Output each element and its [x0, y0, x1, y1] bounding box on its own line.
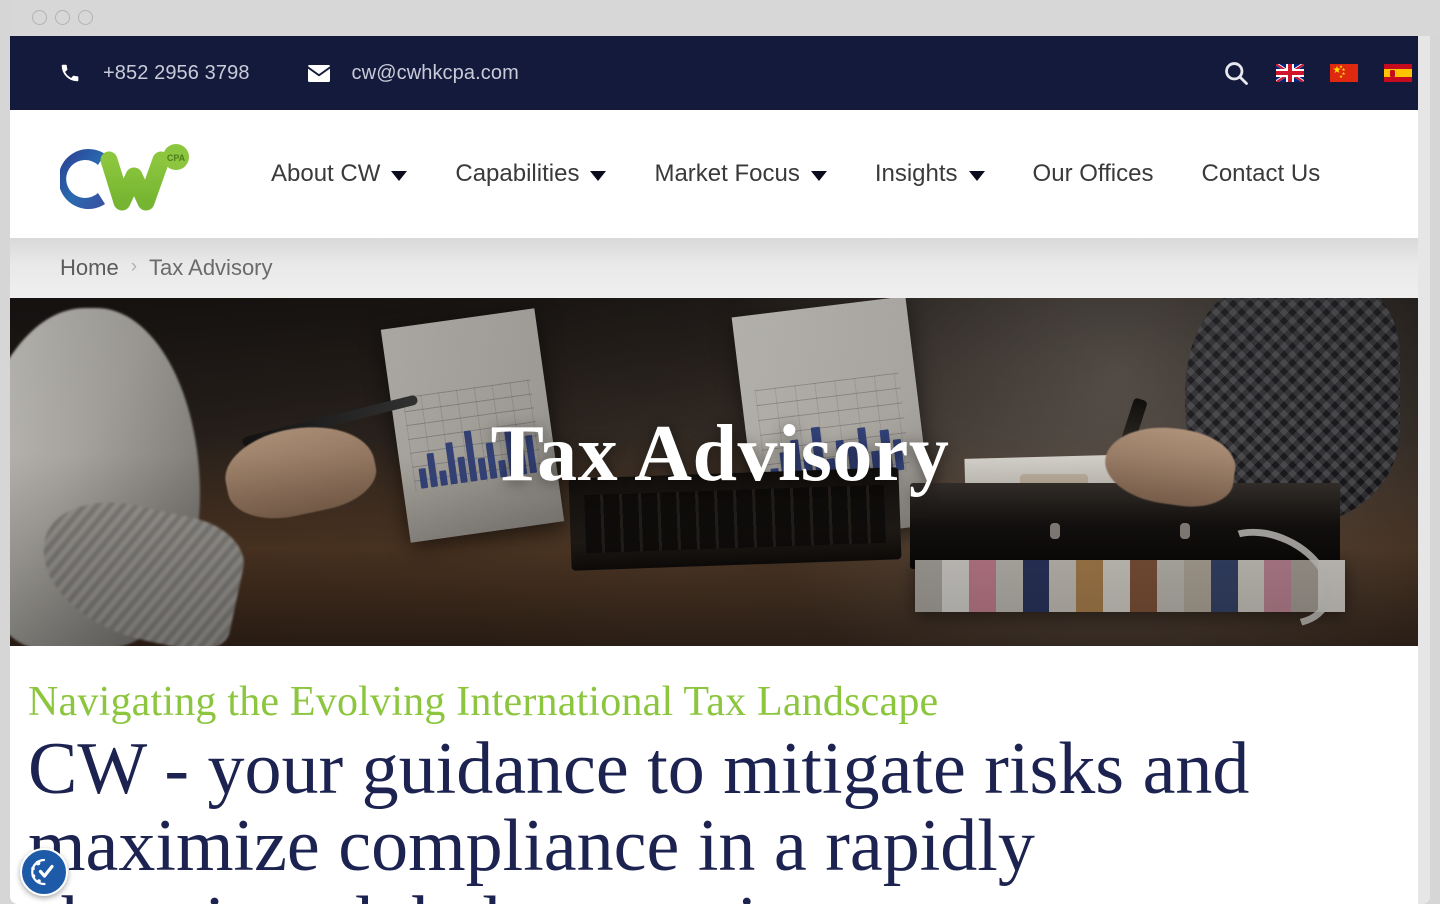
- breadcrumb-separator-icon: ›: [130, 256, 138, 277]
- site-header: CPA About CW Capabilities Market Focus I…: [10, 110, 1430, 238]
- nav-label: Our Offices: [1032, 160, 1154, 187]
- nav-item-insights[interactable]: Insights: [851, 160, 1009, 188]
- breadcrumb-bar: Home › Tax Advisory: [10, 238, 1430, 298]
- nav-label: Market Focus: [654, 160, 800, 187]
- minimize-window-button[interactable]: [55, 10, 70, 25]
- breadcrumb-current: Tax Advisory: [149, 255, 273, 280]
- site-logo[interactable]: CPA: [60, 134, 205, 214]
- breadcrumb-home[interactable]: Home: [60, 255, 119, 281]
- topbar-right-group: ★ ★ ★ ★ ★: [1222, 36, 1412, 110]
- svg-text:CPA: CPA: [167, 153, 186, 163]
- china-flag-icon[interactable]: ★ ★ ★ ★ ★: [1330, 64, 1358, 82]
- nav-item-market-focus[interactable]: Market Focus: [630, 160, 850, 188]
- nav-item-capabilities[interactable]: Capabilities: [431, 160, 630, 188]
- chevron-down-icon: [810, 170, 827, 181]
- accessibility-widget[interactable]: [20, 848, 68, 896]
- page-content: Navigating the Evolving International Ta…: [10, 646, 1430, 904]
- phone-icon: [57, 62, 83, 84]
- main-navigation: About CW Capabilities Market Focus Insig…: [247, 160, 1344, 188]
- content-eyebrow: Navigating the Evolving International Ta…: [28, 679, 939, 725]
- uk-flag-icon[interactable]: [1276, 64, 1304, 82]
- nav-item-contact-us[interactable]: Contact Us: [1177, 160, 1344, 188]
- nav-label: About CW: [271, 160, 381, 187]
- maximize-window-button[interactable]: [78, 10, 93, 25]
- top-utility-bar: +852 2956 3798 cw@cwhkcpa.com ★ ★ ★ ★ ★: [10, 36, 1430, 110]
- envelope-icon: [306, 64, 332, 83]
- chevron-down-icon: [968, 170, 985, 181]
- page-viewport: +852 2956 3798 cw@cwhkcpa.com ★ ★ ★ ★ ★ …: [10, 36, 1430, 904]
- hero-title: Tax Advisory: [490, 410, 950, 498]
- phone-contact[interactable]: +852 2956 3798: [57, 62, 250, 85]
- hero-banner: Tax Advisory: [10, 298, 1430, 646]
- close-window-button[interactable]: [32, 10, 47, 25]
- nav-label: Capabilities: [455, 160, 580, 187]
- phone-number: +852 2956 3798: [103, 61, 250, 84]
- browser-chrome: [0, 0, 1440, 36]
- nav-item-about-cw[interactable]: About CW: [247, 160, 431, 188]
- nav-label: Insights: [874, 160, 958, 187]
- browser-titlebar: [10, 0, 1440, 36]
- breadcrumb: Home › Tax Advisory: [60, 255, 273, 281]
- chevron-down-icon: [590, 170, 607, 181]
- email-address: cw@cwhkcpa.com: [351, 61, 519, 84]
- nav-label: Contact Us: [1201, 160, 1321, 187]
- nav-item-our-offices[interactable]: Our Offices: [1009, 160, 1178, 188]
- spain-flag-icon[interactable]: [1384, 64, 1412, 82]
- chevron-down-icon: [391, 170, 408, 181]
- search-icon[interactable]: [1222, 59, 1250, 87]
- window-controls: [32, 10, 93, 25]
- email-contact[interactable]: cw@cwhkcpa.com: [306, 62, 519, 85]
- content-heading: CW - your guidance to mitigate risks and…: [28, 728, 1250, 904]
